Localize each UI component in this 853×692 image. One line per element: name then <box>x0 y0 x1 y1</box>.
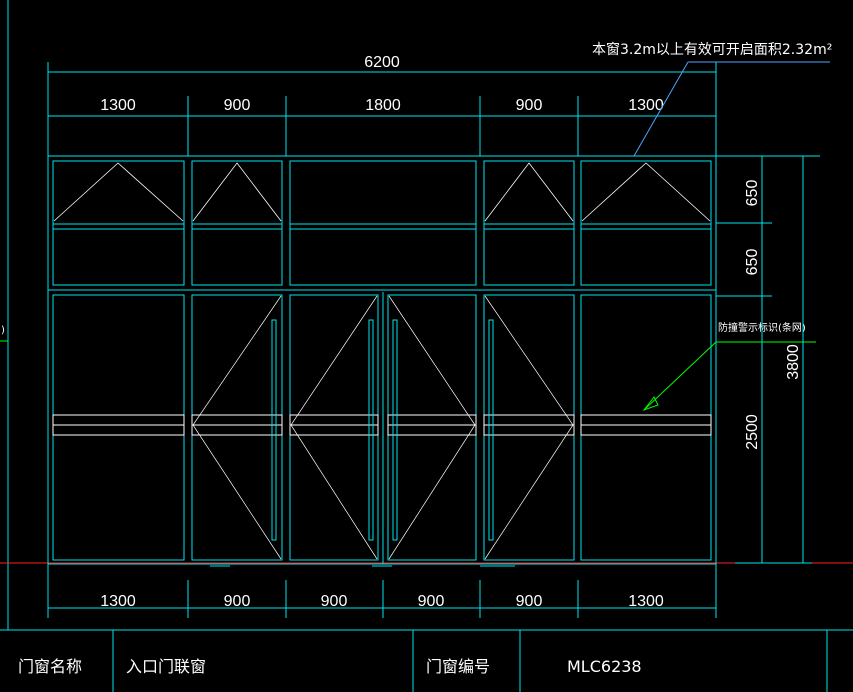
opening-area-note: 本窗3.2m以上有效可开启面积2.32m² <box>592 41 832 58</box>
dim-top-4: 900 <box>516 97 543 114</box>
dim-right-lower: 2500 <box>744 414 761 450</box>
dim-bottom-6: 1300 <box>628 593 664 610</box>
upper-panels <box>52 160 712 286</box>
warning-strips <box>52 414 712 436</box>
left-edge-mark: ) <box>1 325 5 336</box>
dim-bottom-3: 900 <box>321 593 348 610</box>
dim-bottom-4: 900 <box>418 593 445 610</box>
title-name-label: 门窗名称 <box>18 657 82 676</box>
title-number-label: 门窗编号 <box>426 657 490 676</box>
warning-note-leader <box>643 341 717 411</box>
title-number-value: MLC6238 <box>567 657 642 676</box>
bottom-dimensions <box>47 564 717 618</box>
handle-leaf-2[interactable] <box>368 319 374 541</box>
dim-right-overall: 3800 <box>785 344 802 380</box>
top-hung-symbols <box>53 162 711 222</box>
handle-leaf-1[interactable] <box>271 319 277 541</box>
handle-leaf-3[interactable] <box>392 319 398 541</box>
cad-drawing: ) 6200 1300 900 1800 900 1300 本窗3.2m以上有效… <box>0 0 853 692</box>
dim-overall-width: 6200 <box>364 54 400 71</box>
dim-bottom-5: 900 <box>516 593 543 610</box>
dim-top-2: 900 <box>224 97 251 114</box>
dim-top-3: 1800 <box>365 97 401 114</box>
handle-leaf-4[interactable] <box>488 319 494 541</box>
title-name-value: 入口门联窗 <box>126 657 206 676</box>
window-frame <box>47 155 717 565</box>
dim-right-upper-1: 650 <box>744 180 761 207</box>
dim-top-5: 1300 <box>628 97 664 114</box>
dim-bottom-2: 900 <box>224 593 251 610</box>
lower-panels <box>52 292 712 564</box>
dim-top-1: 1300 <box>100 97 136 114</box>
dim-right-upper-2: 650 <box>744 249 761 276</box>
dim-bottom-1: 1300 <box>100 593 136 610</box>
